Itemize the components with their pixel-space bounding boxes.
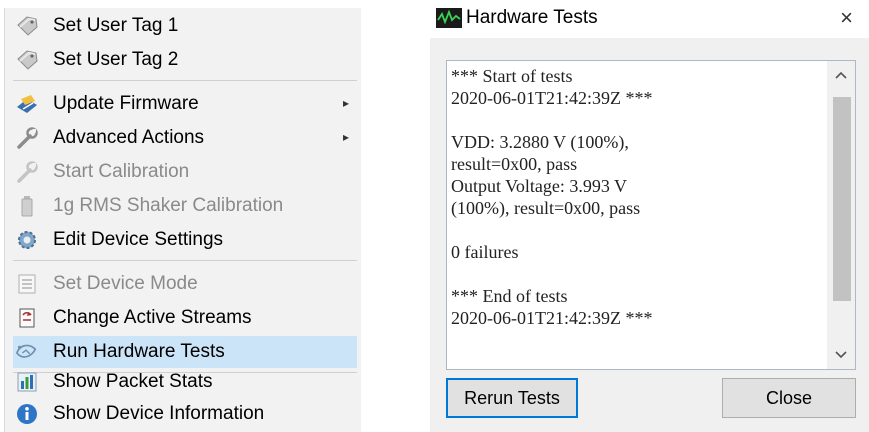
wrench-icon: [15, 160, 39, 184]
app-icon: [436, 8, 462, 28]
menu-item-show-packet-stats[interactable]: Show Packet Stats: [13, 366, 357, 398]
tag-icon: [15, 48, 39, 72]
menu-item-label: 1g RMS Shaker Calibration: [53, 195, 284, 216]
menu-item-label: Set Device Mode: [53, 273, 198, 294]
log-line: 0 failures: [451, 242, 519, 262]
close-button[interactable]: Close: [722, 378, 856, 418]
log-line: VDD: 3.2880 V (100%),: [451, 132, 629, 152]
gear-icon: [15, 228, 39, 252]
menu-item-label: Edit Device Settings: [53, 229, 224, 250]
menu-item-label: Update Firmware: [53, 93, 199, 114]
menu-item-run-hardware-tests[interactable]: Run Hardware Tests: [13, 336, 357, 368]
streams-icon: [15, 306, 39, 330]
log-line: (100%), result=0x00, pass: [451, 198, 641, 218]
battery-icon: [15, 194, 39, 218]
bar-chart-icon: [15, 370, 39, 394]
log-line: 2020-06-01T21:42:39Z ***: [451, 308, 653, 328]
menu-item-advanced-actions[interactable]: Advanced Actions ▸: [13, 122, 357, 154]
menu-separator: [13, 260, 357, 261]
test-icon: [15, 340, 39, 364]
menu-item-set-user-tag-2[interactable]: Set User Tag 2: [13, 44, 357, 76]
menu-separator: [13, 80, 357, 81]
menu-item-set-user-tag-1[interactable]: Set User Tag 1: [13, 10, 357, 42]
dialog-title: Hardware Tests: [466, 7, 598, 28]
log-line: *** End of tests: [451, 286, 568, 306]
rerun-tests-button[interactable]: Rerun Tests: [446, 378, 578, 418]
log-line: Output Voltage: 3.993 V: [451, 176, 628, 196]
log-line: *** Start of tests: [451, 66, 573, 86]
menu-item-change-active-streams[interactable]: Change Active Streams: [13, 302, 357, 334]
menu-item-start-calibration[interactable]: Start Calibration: [13, 156, 357, 188]
scrollbar-thumb[interactable]: [833, 97, 851, 301]
menu-item-label: Set User Tag 2: [53, 49, 179, 70]
log-line: result=0x00, pass: [451, 154, 578, 174]
tag-icon: [15, 14, 39, 38]
close-icon[interactable]: ×: [840, 5, 853, 31]
submenu-arrow-icon: ▸: [342, 130, 349, 144]
menu-item-edit-device-settings[interactable]: Edit Device Settings: [13, 224, 357, 256]
test-log-textbox[interactable]: *** Start of tests 2020-06-01T21:42:39Z *…: [446, 60, 856, 370]
menu-item-label: Show Device Information: [53, 403, 265, 424]
vertical-scrollbar[interactable]: [827, 61, 855, 369]
menu-item-label: Start Calibration: [53, 161, 190, 182]
menu-item-set-device-mode[interactable]: Set Device Mode: [13, 268, 357, 300]
menu-item-update-firmware[interactable]: Update Firmware ▸: [13, 88, 357, 120]
hardware-tests-dialog: Hardware Tests × *** Start of tests 2020-…: [430, 0, 869, 432]
test-log-text: *** Start of tests 2020-06-01T21:42:39Z *…: [451, 65, 823, 329]
scroll-up-icon[interactable]: [827, 61, 855, 89]
submenu-arrow-icon: ▸: [342, 96, 349, 110]
list-icon: [15, 272, 39, 296]
menu-item-label: Set User Tag 1: [53, 15, 179, 36]
log-line: 2020-06-01T21:42:39Z ***: [451, 88, 653, 108]
wrench-icon: [15, 126, 39, 150]
title-bar: Hardware Tests ×: [430, 0, 869, 38]
context-menu: Set User Tag 1 Set User Tag 2 Update Fir…: [4, 8, 361, 432]
menu-item-label: Show Packet Stats: [53, 371, 213, 392]
firmware-icon: [15, 92, 39, 116]
menu-item-show-device-information[interactable]: Show Device Information: [13, 398, 357, 430]
menu-item-shaker-calibration[interactable]: 1g RMS Shaker Calibration: [13, 190, 357, 222]
menu-item-label: Change Active Streams: [53, 307, 252, 328]
scroll-down-icon[interactable]: [827, 341, 855, 369]
info-icon: [15, 402, 39, 426]
menu-item-label: Advanced Actions: [53, 127, 205, 148]
menu-item-label: Run Hardware Tests: [53, 341, 225, 362]
